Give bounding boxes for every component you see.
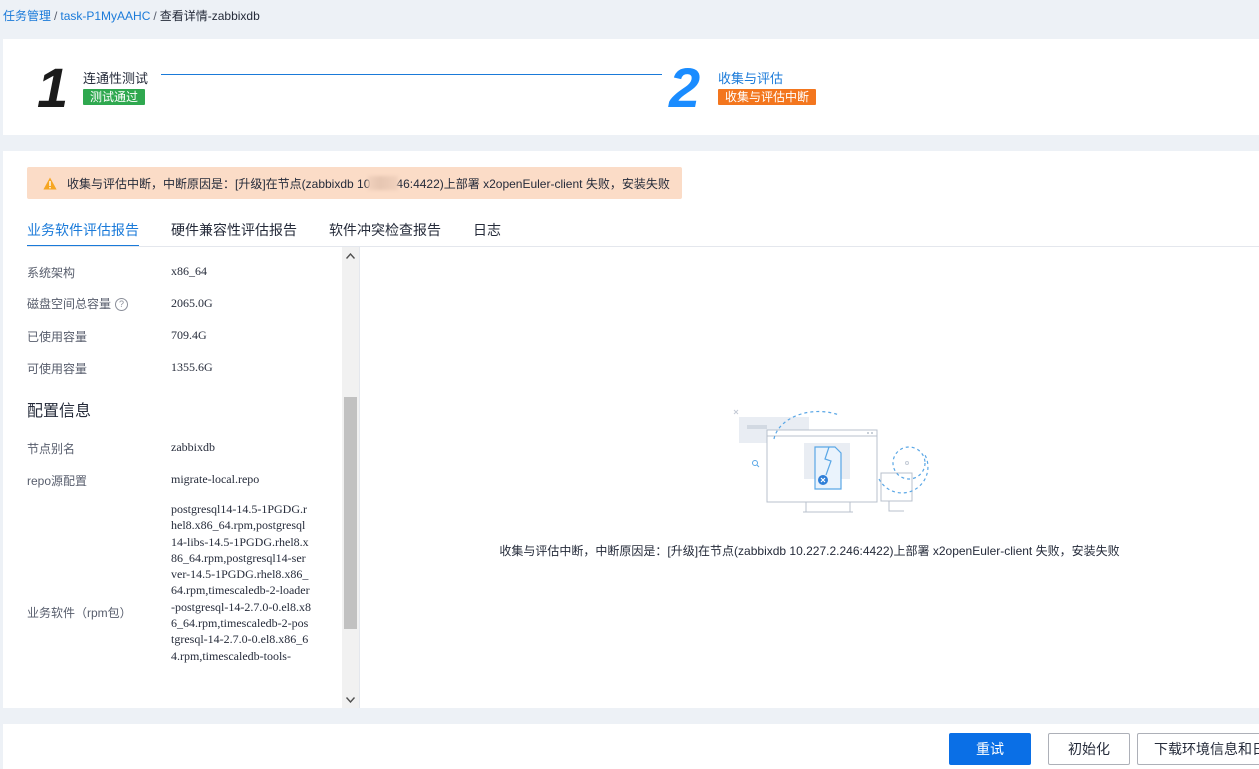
breadcrumb: 任务管理 / task-P1MyAAHC / 查看详情-zabbixdb — [3, 7, 260, 23]
step-2-title: 收集与评估 — [718, 71, 784, 86]
disk-used-value: 709.4G — [171, 328, 207, 342]
scroll-up-arrow-icon[interactable] — [342, 247, 359, 264]
alert-text-start: 收集与评估中断，中断原因是：[升级]在节点(zabbixdb 10 — [67, 176, 371, 191]
pane-divider — [359, 247, 360, 708]
empty-state-message: 收集与评估中断，中断原因是：[升级]在节点(zabbixdb 10.227.2.… — [499, 544, 1120, 558]
retry-button[interactable]: 重试 — [949, 733, 1031, 765]
disk-used-label: 已使用容量 — [27, 330, 88, 344]
repo-label: repo源配置 — [27, 474, 88, 488]
step-connector-line — [161, 74, 662, 75]
tab-business-software-report[interactable]: 业务软件评估报告 — [27, 221, 139, 247]
breadcrumb-task-management[interactable]: 任务管理 — [3, 9, 51, 23]
arch-label: 系统架构 — [27, 266, 76, 280]
breadcrumb-task[interactable]: task-P1MyAAHC — [60, 9, 150, 23]
scroll-down-arrow-icon[interactable] — [342, 691, 359, 708]
main-panel: 收集与评估中断，中断原因是：[升级]在节点(zabbixdb 10 46:4422… — [3, 151, 1259, 708]
config-section-title: 配置信息 — [27, 403, 92, 420]
download-env-info-button[interactable]: 下载环境信息和日志 — [1137, 733, 1259, 765]
disk-free-value: 1355.6G — [171, 360, 213, 374]
broken-file-illustration-icon — [729, 405, 929, 525]
alias-label: 节点别名 — [27, 442, 76, 456]
redacted-ip-mask — [368, 176, 399, 190]
step-2-number: 2 — [669, 56, 701, 119]
repo-value: migrate-local.repo — [171, 472, 260, 486]
initialize-button[interactable]: 初始化 — [1048, 733, 1130, 765]
step-1-status-badge: 测试通过 — [83, 89, 146, 105]
tab-software-conflict-report[interactable]: 软件冲突检查报告 — [329, 221, 441, 247]
error-alert: 收集与评估中断，中断原因是：[升级]在节点(zabbixdb 10 46:4422… — [27, 167, 682, 199]
info-pane-scrollbar[interactable] — [342, 247, 359, 708]
rpm-value: postgresql14-14.5-1PGDG.rhel8.x86_64.rpm… — [171, 502, 311, 663]
alert-text-end: 46:4422)上部署 x2openEuler-client 失败，安装失败 — [396, 176, 670, 191]
scroll-thumb[interactable] — [344, 397, 357, 629]
step-1-number: 1 — [37, 56, 69, 119]
breadcrumb-separator: / — [153, 9, 157, 23]
alias-value: zabbixdb — [171, 440, 215, 454]
footer-bar: 重试 初始化 下载环境信息和日志 — [3, 724, 1259, 769]
breadcrumb-separator: / — [54, 9, 58, 23]
steps-panel: 1 连通性测试 测试通过 2 收集与评估 收集与评估中断 — [3, 39, 1259, 135]
step-1-title: 连通性测试 — [83, 71, 149, 86]
warning-icon — [43, 177, 57, 190]
step-2-status-badge: 收集与评估中断 — [718, 89, 817, 105]
disk-total-value: 2065.0G — [171, 296, 213, 310]
report-tabs: 业务软件评估报告 硬件兼容性评估报告 软件冲突检查报告 日志 — [27, 221, 533, 247]
rpm-label: 业务软件（rpm包） — [27, 606, 132, 620]
help-icon[interactable]: ? — [115, 298, 129, 312]
info-pane[interactable]: 系统架构 x86_64 磁盘空间总容量? 2065.0G 已使用容量 709.4… — [3, 247, 358, 708]
arch-value: x86_64 — [171, 264, 207, 278]
disk-free-label: 可使用容量 — [27, 362, 88, 376]
disk-total-label: 磁盘空间总容量 — [27, 297, 112, 311]
breadcrumb-current: 查看详情-zabbixdb — [159, 9, 260, 23]
disk-total-label-row: 磁盘空间总容量? — [27, 295, 129, 312]
tab-logs[interactable]: 日志 — [473, 221, 501, 247]
tab-hardware-compat-report[interactable]: 硬件兼容性评估报告 — [171, 221, 297, 247]
